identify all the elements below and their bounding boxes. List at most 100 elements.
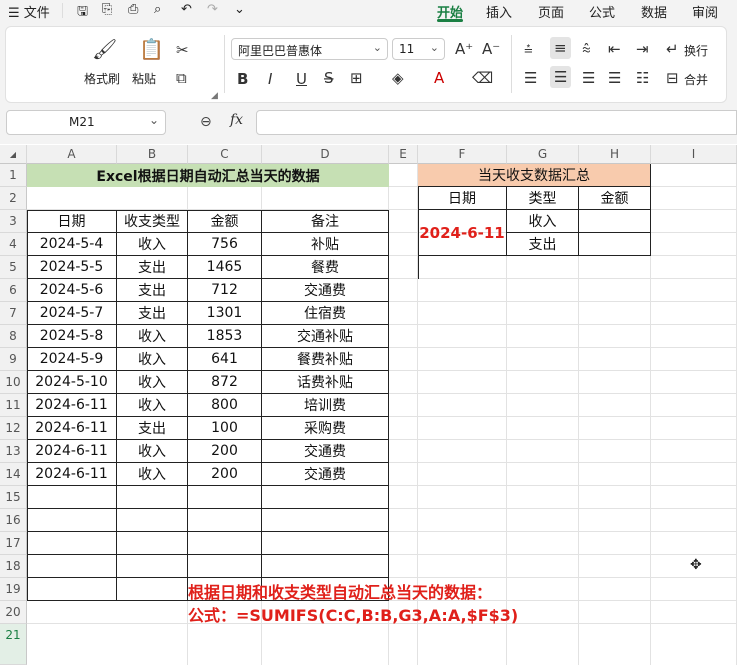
table-cell[interactable] (188, 509, 262, 532)
row-header-9[interactable]: 9 (0, 348, 27, 371)
table-cell[interactable]: 补贴 (262, 233, 389, 256)
column-header-e[interactable]: E (389, 145, 418, 164)
zoom-icon[interactable]: ⊖ (200, 114, 212, 130)
merge-label[interactable]: 合并 (684, 71, 708, 88)
table-cell[interactable]: 641 (188, 348, 262, 371)
justify-icon[interactable]: ☰ (608, 70, 621, 86)
row-header-2[interactable]: 2 (0, 187, 27, 210)
align-left-icon[interactable]: ☰ (524, 70, 537, 86)
decrease-font-icon[interactable]: A⁻ (482, 41, 500, 57)
align-right-icon[interactable]: ☰ (582, 70, 595, 86)
table-cell[interactable]: 2024-5-7 (27, 302, 117, 325)
table-cell[interactable] (188, 555, 262, 578)
name-box[interactable]: M21 ⌄ (6, 110, 166, 135)
table-cell[interactable] (27, 555, 117, 578)
table-cell[interactable] (27, 532, 117, 555)
row-header-19[interactable]: 19 (0, 578, 27, 601)
table-cell[interactable]: 话费补贴 (262, 371, 389, 394)
table-cell[interactable]: 住宿费 (262, 302, 389, 325)
table-cell[interactable]: 收入 (117, 233, 188, 256)
table-cell[interactable]: 2024-6-11 (27, 463, 117, 486)
row-header-7[interactable]: 7 (0, 302, 27, 325)
table-header-1[interactable]: 日期 (27, 210, 117, 233)
bold-button[interactable]: B (237, 71, 248, 87)
tab-review[interactable]: 审阅 (692, 2, 718, 21)
row-header-13[interactable]: 13 (0, 440, 27, 463)
font-color-icon[interactable]: A (434, 70, 444, 86)
table-cell[interactable]: 2024-5-4 (27, 233, 117, 256)
tab-insert[interactable]: 插入 (486, 2, 512, 21)
copy-icon[interactable]: ⧉ (176, 70, 187, 86)
cut-icon[interactable]: ✂ (176, 42, 189, 58)
table-header-4[interactable]: 备注 (262, 210, 389, 233)
wrap-text-label[interactable]: 换行 (684, 42, 708, 59)
format-painter-label[interactable]: 格式刷 (84, 70, 120, 87)
summary-type[interactable]: 收入 (507, 210, 579, 233)
table-cell[interactable] (262, 555, 389, 578)
tab-formula[interactable]: 公式 (589, 2, 615, 21)
table-cell[interactable]: 收入 (117, 371, 188, 394)
align-center-icon[interactable]: ☰ (550, 66, 572, 88)
row-header-16[interactable]: 16 (0, 509, 27, 532)
column-header-a[interactable]: A (27, 145, 117, 164)
table-cell[interactable]: 交通费 (262, 440, 389, 463)
row-header-8[interactable]: 8 (0, 325, 27, 348)
select-all-corner[interactable]: ◢ (0, 145, 27, 164)
row-header-1[interactable]: 1 (0, 164, 27, 187)
table-cell[interactable]: 支出 (117, 302, 188, 325)
expand-icon[interactable]: ◢ (211, 88, 218, 104)
distribute-icon[interactable]: ☷ (636, 70, 649, 86)
paste-icon[interactable]: 📋 (139, 39, 164, 59)
table-cell[interactable]: 200 (188, 463, 262, 486)
table-cell[interactable]: 收入 (117, 325, 188, 348)
table-cell[interactable]: 2024-5-8 (27, 325, 117, 348)
wrap-text-icon[interactable]: ↵ (666, 41, 679, 57)
file-menu[interactable]: ☰ 文件 (8, 2, 50, 21)
table-cell[interactable]: 餐费 (262, 256, 389, 279)
table-cell[interactable]: 2024-5-6 (27, 279, 117, 302)
table-cell[interactable] (27, 486, 117, 509)
tab-data[interactable]: 数据 (641, 2, 667, 21)
table-cell[interactable]: 712 (188, 279, 262, 302)
table-cell[interactable]: 1853 (188, 325, 262, 348)
table-cell[interactable] (117, 509, 188, 532)
summary-amount[interactable] (579, 233, 651, 256)
table-cell[interactable]: 2024-5-9 (27, 348, 117, 371)
table-cell[interactable]: 2024-6-11 (27, 394, 117, 417)
table-cell[interactable]: 200 (188, 440, 262, 463)
formula-input[interactable] (256, 110, 737, 135)
column-header-b[interactable]: B (117, 145, 188, 164)
preview-icon[interactable]: ⌕ (154, 2, 161, 17)
row-header-15[interactable]: 15 (0, 486, 27, 509)
format-painter-icon[interactable]: 🖌 (92, 39, 117, 59)
row-header-21[interactable]: 21 (0, 624, 27, 665)
row-header-5[interactable]: 5 (0, 256, 27, 279)
font-name-select[interactable]: 阿里巴巴普惠体 ⌄ (231, 38, 388, 60)
table-cell[interactable]: 100 (188, 417, 262, 440)
table-header-2[interactable]: 收支类型 (117, 210, 188, 233)
row-header-11[interactable]: 11 (0, 394, 27, 417)
strikethrough-icon[interactable]: S̶ (324, 70, 334, 86)
border-icon[interactable]: ⊞ (350, 70, 363, 86)
table-cell[interactable] (117, 486, 188, 509)
column-header-f[interactable]: F (418, 145, 507, 164)
table-cell[interactable] (117, 532, 188, 555)
undo-icon[interactable]: ↶ (181, 2, 192, 17)
table-cell[interactable]: 支出 (117, 279, 188, 302)
spreadsheet-grid[interactable]: ◢ A B C D E F G H I 1 2 3 4 5 6 7 8 9 10 11 12 13 14 15 16 17 18 19 2… (0, 145, 737, 665)
print-icon[interactable]: ⎙ (128, 2, 138, 17)
table-cell[interactable]: 收入 (117, 463, 188, 486)
table-header-3[interactable]: 金额 (188, 210, 262, 233)
row-header-20[interactable]: 20 (0, 601, 27, 624)
chevron-down-icon[interactable]: ⌄ (234, 2, 245, 17)
table-cell[interactable]: 支出 (117, 256, 188, 279)
merge-icon[interactable]: ⊟ (666, 70, 679, 86)
row-header-18[interactable]: 18 (0, 555, 27, 578)
row-header-3[interactable]: 3 (0, 210, 27, 233)
column-header-d[interactable]: D (262, 145, 389, 164)
indent-decrease-icon[interactable]: ⇤ (608, 41, 621, 57)
table-cell[interactable]: 756 (188, 233, 262, 256)
paste-label[interactable]: 粘贴 (132, 70, 156, 87)
table-cell[interactable] (188, 486, 262, 509)
table-cell[interactable]: 872 (188, 371, 262, 394)
